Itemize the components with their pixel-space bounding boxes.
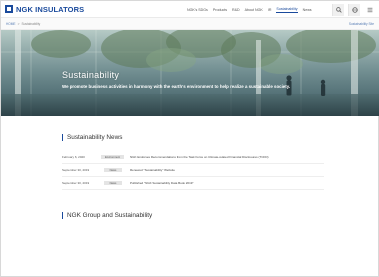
- nav-item-about[interactable]: About NGK: [245, 8, 263, 12]
- main-nav: NGK's SDGs Products R&D About NGK IR Sus…: [187, 1, 317, 18]
- group-section-title: NGK Group and Sustainability: [62, 212, 152, 219]
- breadcrumb-separator: >: [17, 21, 20, 26]
- nav-item-rnd[interactable]: R&D: [232, 8, 240, 12]
- search-icon[interactable]: [332, 3, 344, 16]
- nav-item-sdgs[interactable]: NGK's SDGs: [187, 8, 208, 12]
- breadcrumb: HOME > Sustainability: [6, 22, 40, 26]
- page: NGK INSULATORS NGK's SDGs Products R&D A…: [0, 0, 379, 277]
- nav-item-ir[interactable]: IR: [268, 8, 272, 12]
- nav-item-sustainability[interactable]: Sustainability: [276, 7, 298, 13]
- news-category-badge: News: [104, 168, 122, 172]
- hero-background-image: [1, 30, 379, 116]
- sustainability-site-link[interactable]: Sustainability Site: [349, 22, 374, 26]
- hero-subtitle: We promote business activities in harmon…: [62, 84, 291, 89]
- news-list: February 6, 2020 Environment NGK Endorse…: [62, 151, 324, 190]
- news-title-link[interactable]: Renewed "Sustainability" Website: [130, 168, 175, 172]
- news-title-link[interactable]: Published "NGK Sustainability Data Book …: [130, 181, 194, 185]
- header-icons: [328, 1, 376, 18]
- hero-title: Sustainability: [62, 70, 120, 80]
- language-icon[interactable]: [348, 3, 360, 16]
- breadcrumb-home[interactable]: HOME: [6, 22, 16, 26]
- news-category-badge: News: [104, 181, 122, 185]
- news-item[interactable]: February 6, 2020 Environment NGK Endorse…: [62, 151, 324, 164]
- site-header: NGK INSULATORS NGK's SDGs Products R&D A…: [1, 1, 379, 18]
- hero-banner: Sustainability We promote business activ…: [1, 30, 379, 116]
- logo[interactable]: NGK INSULATORS: [5, 5, 84, 14]
- breadcrumb-bar: HOME > Sustainability Sustainability Sit…: [1, 18, 379, 30]
- news-title-link[interactable]: NGK Endorses Recommendations from the Ta…: [130, 155, 269, 159]
- news-category-badge: Environment: [101, 155, 124, 159]
- logo-mark-icon: [5, 5, 13, 13]
- news-date: September 30, 2019: [62, 181, 90, 185]
- news-date: September 30, 2019: [62, 168, 90, 172]
- nav-item-products[interactable]: Products: [213, 8, 227, 12]
- news-item[interactable]: September 30, 2019 News Published "NGK S…: [62, 177, 324, 190]
- logo-text: NGK INSULATORS: [16, 4, 85, 14]
- nav-item-news[interactable]: News: [303, 8, 312, 12]
- news-section-title: Sustainability News: [62, 134, 122, 141]
- menu-icon[interactable]: [364, 4, 376, 16]
- news-date: February 6, 2020: [62, 155, 85, 159]
- news-item[interactable]: September 30, 2019 News Renewed "Sustain…: [62, 164, 324, 177]
- breadcrumb-current: Sustainability: [21, 21, 41, 26]
